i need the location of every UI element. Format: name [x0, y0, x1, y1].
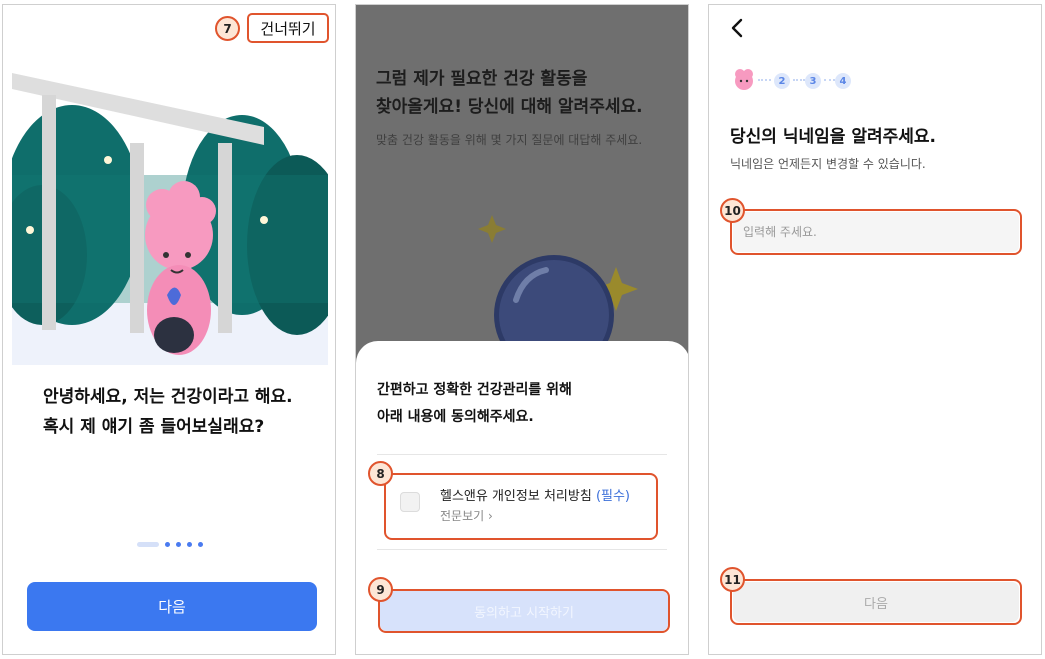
callout-badge: 8 — [368, 461, 393, 486]
page-dot — [176, 542, 181, 547]
page-dot — [198, 542, 203, 547]
mascot-illustration — [12, 73, 328, 365]
callout-highlight — [730, 209, 1022, 255]
callout-highlight — [730, 579, 1022, 625]
consent-bottom-sheet: 간편하고 정확한 건강관리를 위해 아래 내용에 동의해주세요. 8 헬스앤유 … — [356, 341, 688, 654]
onboarding-intro-screen: 7 건너뛰기 안녕하세요, 저는 건강이라고 해요. 혹시 제 얘기 좀 들어보… — [2, 4, 336, 655]
page-dot-active — [137, 542, 159, 547]
divider — [377, 454, 667, 455]
callout-highlight — [378, 589, 670, 633]
sheet-title-line-1: 간편하고 정확한 건강관리를 위해 — [377, 382, 572, 398]
consent-screen: 그럼 제가 필요한 건강 활동을 찾아올게요! 당신에 대해 알려주세요. 맞춤… — [355, 4, 689, 655]
step-connector — [793, 79, 805, 81]
skip-button[interactable]: 건너뛰기 — [247, 13, 329, 43]
page-subtitle: 닉네임은 언제든지 변경할 수 있습니다. — [730, 157, 926, 171]
callout-badge: 10 — [720, 198, 745, 223]
page-title: 당신의 닉네임을 알려주세요. — [730, 127, 936, 147]
mascot-step-icon — [735, 69, 753, 90]
callout-badge: 9 — [368, 577, 393, 602]
sheet-title: 간편하고 정확한 건강관리를 위해 아래 내용에 동의해주세요. — [377, 377, 667, 431]
page-dot — [187, 542, 192, 547]
step-connector — [824, 79, 835, 81]
nickname-screen: 2 3 4 당신의 닉네임을 알려주세요. 닉네임은 언제든지 변경할 수 있습… — [708, 4, 1042, 655]
dimmed-subtitle: 맞춤 건강 활동을 위해 몇 가지 질문에 대답해 주세요. — [376, 133, 643, 147]
intro-line-1: 안녕하세요, 저는 건강이라고 해요. — [43, 387, 293, 407]
callout-badge: 7 — [215, 16, 240, 41]
sheet-title-line-2: 아래 내용에 동의해주세요. — [377, 409, 534, 425]
crystal-ball-illustration — [478, 215, 638, 355]
callout-badge: 11 — [720, 567, 745, 592]
intro-line-2: 혹시 제 얘기 좀 들어보실래요? — [43, 417, 265, 437]
page-dot — [165, 542, 170, 547]
page-indicator — [137, 542, 203, 547]
dimmed-title-line-1: 그럼 제가 필요한 건강 활동을 — [376, 69, 588, 89]
step-connector — [758, 79, 771, 81]
step-4: 4 — [835, 73, 851, 89]
step-3: 3 — [805, 73, 821, 89]
back-arrow-icon[interactable] — [727, 17, 749, 39]
callout-highlight — [384, 473, 658, 540]
next-button[interactable]: 다음 — [27, 582, 317, 631]
step-progress: 2 3 4 — [733, 68, 873, 92]
intro-message: 안녕하세요, 저는 건강이라고 해요. 혹시 제 얘기 좀 들어보실래요? — [43, 382, 323, 442]
dimmed-title-line-2: 찾아올게요! 당신에 대해 알려주세요. — [376, 97, 643, 117]
divider — [377, 549, 667, 550]
step-2: 2 — [774, 73, 790, 89]
dimmed-title: 그럼 제가 필요한 건강 활동을 찾아올게요! 당신에 대해 알려주세요. — [376, 65, 676, 121]
